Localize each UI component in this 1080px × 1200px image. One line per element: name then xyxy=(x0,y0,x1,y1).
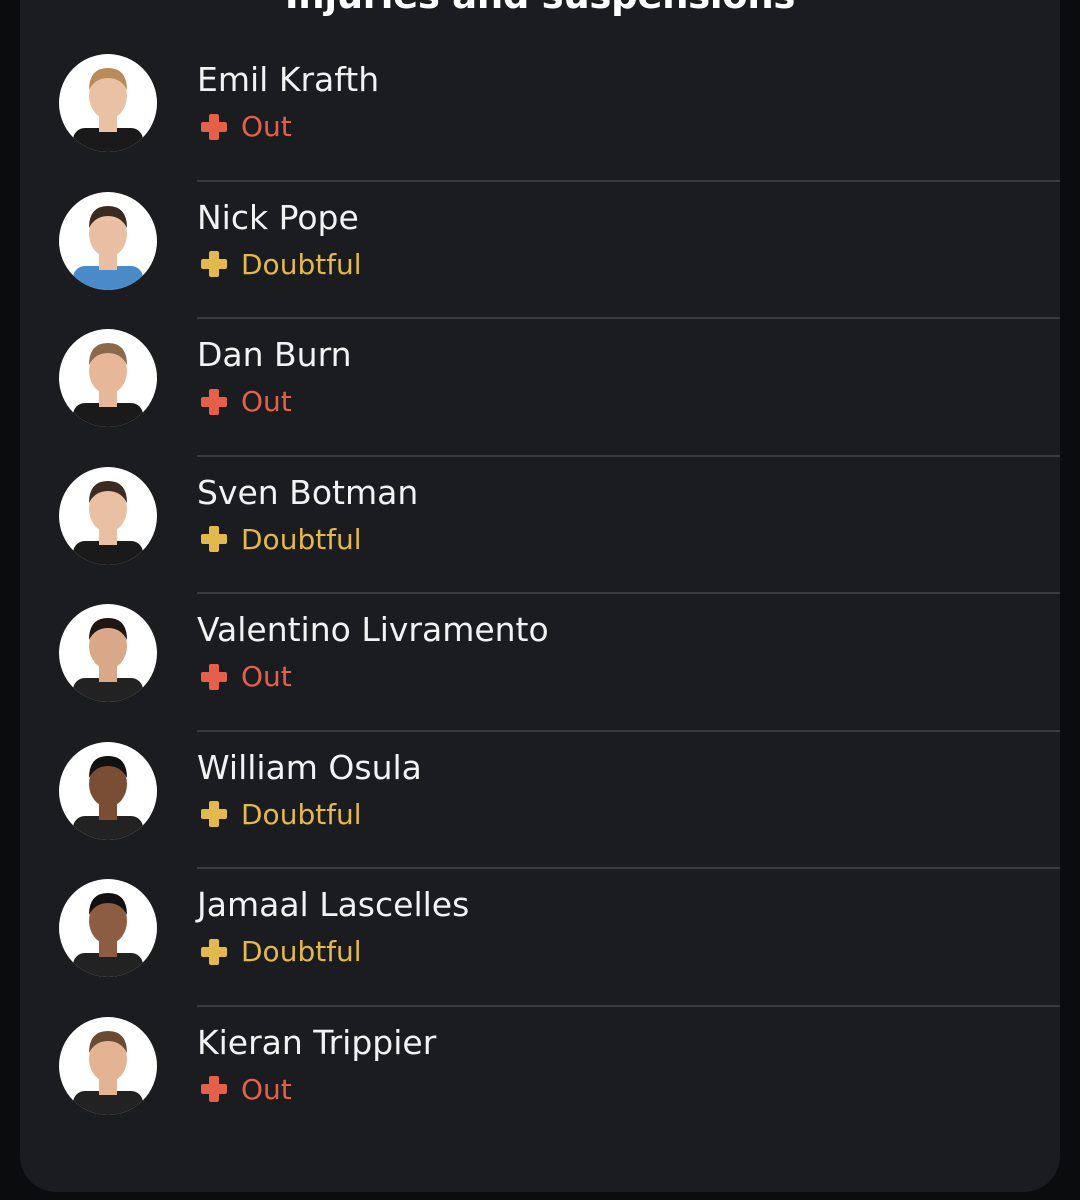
medical-cross-icon xyxy=(201,251,227,277)
injury-status: Out xyxy=(201,660,292,693)
status-label: Out xyxy=(241,110,292,143)
status-label: Out xyxy=(241,660,292,693)
player-avatar xyxy=(59,879,157,977)
medical-cross-icon xyxy=(201,801,227,827)
medical-cross-icon xyxy=(201,113,227,140)
injury-status: Out xyxy=(201,385,292,418)
player-row[interactable]: Jamaal Lascelles Doubtful xyxy=(20,869,1060,1007)
player-name: William Osula xyxy=(197,747,422,787)
player-name: Kieran Trippier xyxy=(197,1022,437,1062)
medical-cross-icon xyxy=(201,388,227,415)
player-avatar xyxy=(59,191,157,290)
injury-status: Doubtful xyxy=(201,935,362,968)
medical-cross-icon xyxy=(201,526,227,552)
injury-status: Doubtful xyxy=(201,248,362,281)
status-label: Doubtful xyxy=(241,522,362,556)
player-avatar xyxy=(59,1016,157,1115)
player-list: Emil Krafth Out Nick Pope Doubtful Dan B… xyxy=(20,44,1060,1144)
status-label: Doubtful xyxy=(241,935,362,968)
player-avatar xyxy=(59,604,157,702)
player-avatar xyxy=(59,741,157,840)
player-row[interactable]: Kieran Trippier Out xyxy=(20,1007,1060,1145)
player-name: Dan Burn xyxy=(197,335,352,374)
player-avatar xyxy=(59,329,157,427)
player-row[interactable]: Dan Burn Out xyxy=(20,319,1060,457)
injury-status: Doubtful xyxy=(201,798,362,831)
injury-status: Out xyxy=(201,110,292,143)
player-name: Valentino Livramento xyxy=(197,610,549,649)
status-label: Out xyxy=(241,1072,292,1106)
status-label: Out xyxy=(241,385,292,418)
status-label: Doubtful xyxy=(241,797,362,831)
player-name: Emil Krafth xyxy=(197,60,380,99)
injury-status: Doubtful xyxy=(201,523,362,556)
medical-cross-icon xyxy=(201,1076,227,1102)
player-name: Nick Pope xyxy=(197,197,359,237)
medical-cross-icon xyxy=(201,938,227,965)
injury-status: Out xyxy=(201,1073,292,1106)
medical-cross-icon xyxy=(201,663,227,690)
player-row[interactable]: Nick Pope Doubtful xyxy=(20,182,1060,319)
player-avatar xyxy=(59,466,157,565)
player-row[interactable]: Emil Krafth Out xyxy=(20,44,1060,182)
player-row[interactable]: William Osula Doubtful xyxy=(20,732,1060,869)
player-row[interactable]: Valentino Livramento Out xyxy=(20,594,1060,732)
injuries-card: Injuries and suspensions Emil Krafth Out xyxy=(20,0,1060,1192)
section-title: Injuries and suspensions xyxy=(20,0,1060,17)
status-label: Doubtful xyxy=(241,247,362,281)
player-row[interactable]: Sven Botman Doubtful xyxy=(20,457,1060,594)
player-avatar xyxy=(59,54,157,152)
player-name: Jamaal Lascelles xyxy=(197,885,470,924)
player-name: Sven Botman xyxy=(197,472,419,512)
